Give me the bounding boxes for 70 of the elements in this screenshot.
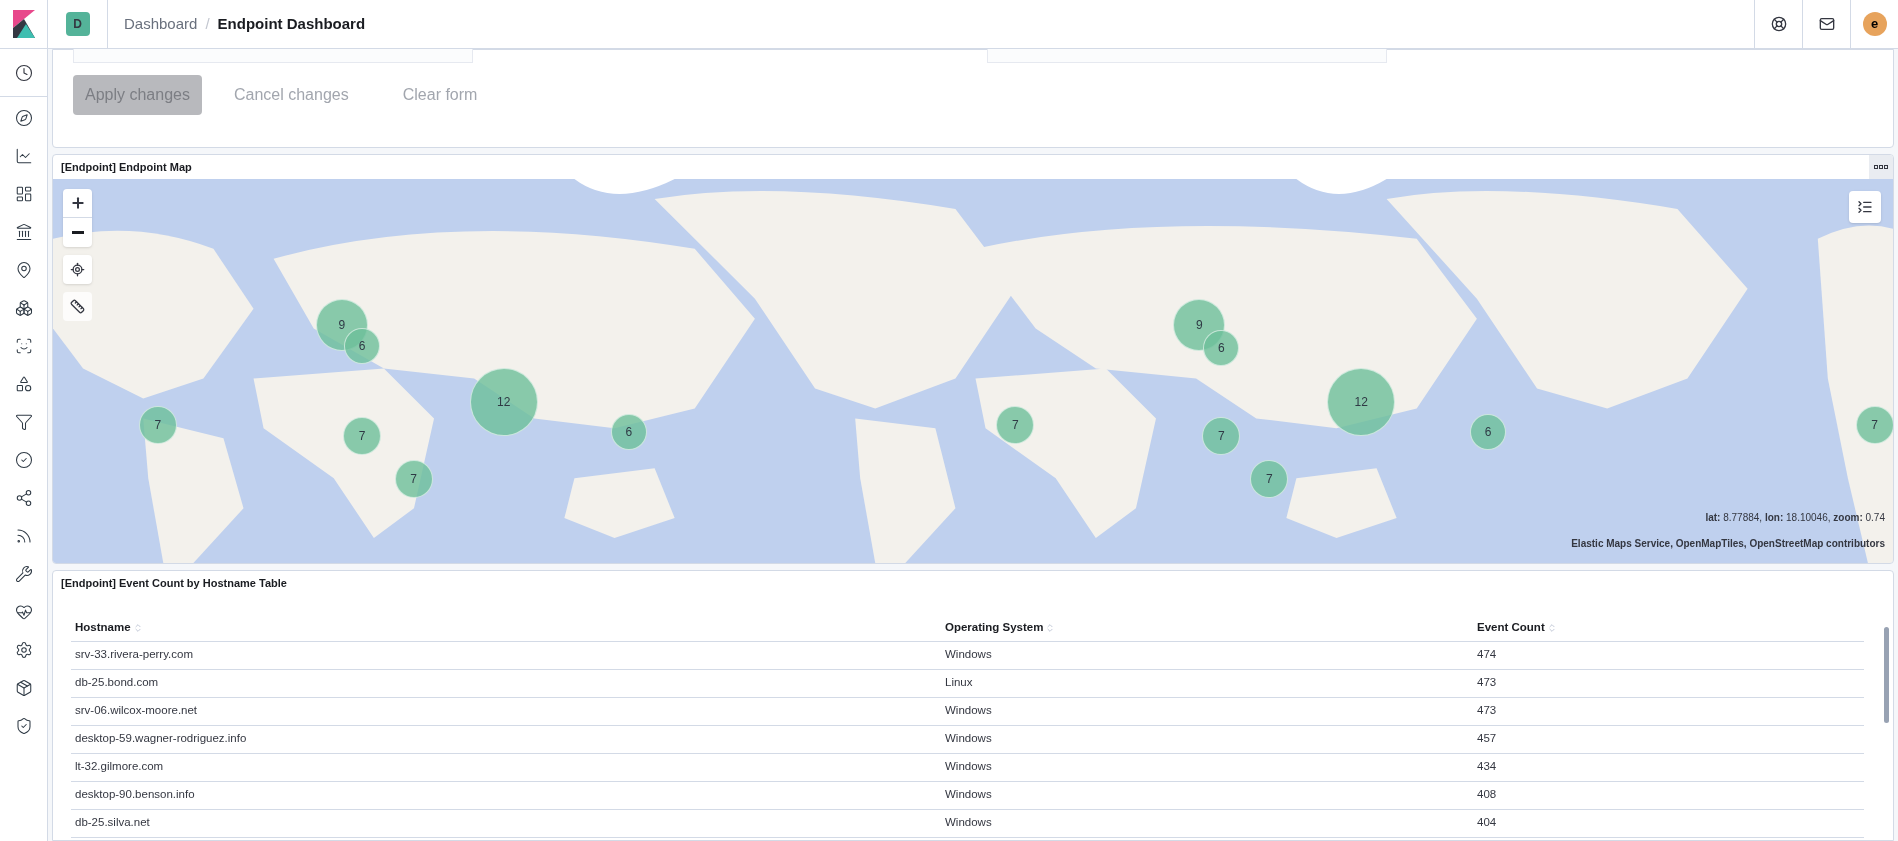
breadcrumb[interactable]: Endpoint Dashboard <box>217 12 366 36</box>
table-cell: Windows <box>941 725 1473 753</box>
sort-icon <box>132 622 143 633</box>
compass-icon[interactable] <box>14 109 33 127</box>
table-cell: srv-06.wilcox-moore.net <box>71 697 941 725</box>
minus-icon <box>71 231 84 234</box>
table-cell: Windows <box>941 809 1473 837</box>
table-cell: 457 <box>1473 725 1864 753</box>
table-cell: 473 <box>1473 669 1864 697</box>
space-avatar[interactable]: D <box>65 12 90 36</box>
table-cell: 474 <box>1473 641 1864 669</box>
scrollbar[interactable] <box>1884 627 1889 723</box>
signal-icon[interactable] <box>14 527 33 545</box>
clock-icon[interactable] <box>14 63 33 82</box>
input-field[interactable] <box>73 49 473 63</box>
plus-icon <box>69 195 86 211</box>
legend-toggle-button[interactable] <box>1849 191 1881 223</box>
check-circle-icon[interactable] <box>14 451 33 469</box>
share-icon[interactable] <box>14 489 33 507</box>
face-scan-icon[interactable] <box>14 337 33 355</box>
map-coordinates: lat: 8.77884, lon: 18.10046, zoom: 0.74 <box>1705 511 1885 525</box>
table-cell: Windows <box>941 781 1473 809</box>
table-cell: Windows <box>941 697 1473 725</box>
table-cell: 408 <box>1473 781 1864 809</box>
mail-icon[interactable] <box>1818 16 1835 32</box>
shapes-icon[interactable] <box>14 375 33 393</box>
package-icon[interactable] <box>14 679 33 697</box>
sort-icon <box>1546 622 1557 633</box>
ruler-icon <box>70 299 85 314</box>
table-cell: desktop-90.benson.info <box>71 781 941 809</box>
column-header[interactable]: Hostname <box>71 615 941 641</box>
sort-icon <box>1045 622 1056 633</box>
table-cell: lt-32.gilmore.com <box>71 753 941 781</box>
settings-icon[interactable] <box>14 641 33 659</box>
table-cell: 404 <box>1473 809 1864 837</box>
map-pin-icon[interactable] <box>14 261 33 279</box>
table-cell: Linux <box>941 669 1473 697</box>
table-cell: Windows <box>941 641 1473 669</box>
input-field[interactable] <box>987 49 1387 63</box>
shield-icon[interactable] <box>14 717 33 735</box>
breadcrumb-separator: / <box>205 13 210 34</box>
funnel-icon[interactable] <box>14 413 33 431</box>
heart-pulse-icon[interactable] <box>14 603 33 621</box>
wrench-icon[interactable] <box>14 565 33 583</box>
column-header[interactable]: Event Count <box>1473 615 1864 641</box>
table-cell: 434 <box>1473 753 1864 781</box>
panel-title: [Endpoint] Event Count by Hostname Table <box>61 575 287 591</box>
table-cell: db-25.silva.net <box>71 809 941 837</box>
panel-title: [Endpoint] Endpoint Map <box>61 159 192 175</box>
collapse-list-icon <box>1857 199 1873 215</box>
locate-button[interactable] <box>63 255 92 284</box>
table-cell: desktop-59.wagner-rodriguez.info <box>71 725 941 753</box>
user-avatar[interactable]: e <box>1862 12 1887 36</box>
table-cell: Windows <box>941 753 1473 781</box>
dashboard-icon[interactable] <box>14 185 33 203</box>
crosshair-icon <box>70 262 85 277</box>
help-icon[interactable] <box>1770 16 1787 32</box>
column-header[interactable]: Operating System <box>941 615 1473 641</box>
measure-button[interactable] <box>63 292 92 321</box>
boxes-icon[interactable] <box>14 299 33 317</box>
building-icon[interactable] <box>14 223 33 241</box>
table-cell: srv-33.rivera-perry.com <box>71 641 941 669</box>
logo-icon[interactable] <box>12 10 35 38</box>
dots-icon <box>1874 165 1888 169</box>
table-cell: 473 <box>1473 697 1864 725</box>
map-attribution: Elastic Maps Service, OpenMapTiles, OpenStreetMap contributors <box>1571 537 1885 551</box>
line-chart-icon[interactable] <box>14 147 33 165</box>
panel-options-button[interactable] <box>1869 155 1893 179</box>
table-cell: db-25.bond.com <box>71 669 941 697</box>
breadcrumb[interactable]: Dashboard <box>124 12 198 36</box>
